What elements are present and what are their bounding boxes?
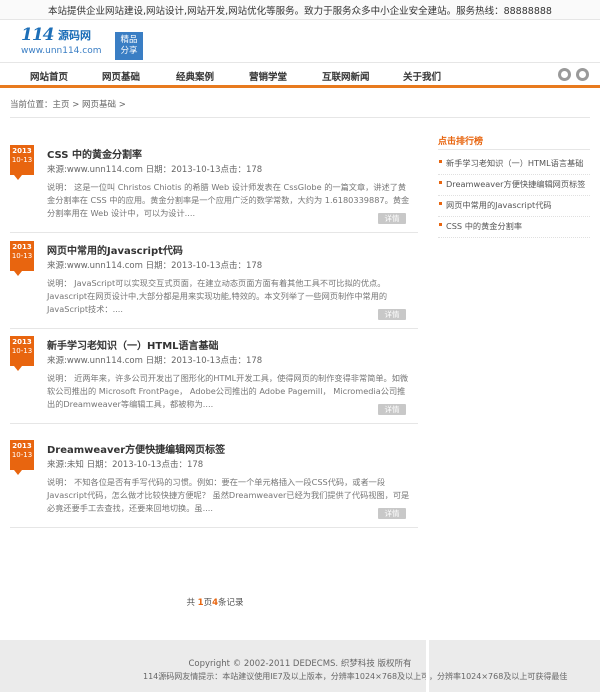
logo-badge: 精品 分享 <box>115 32 143 60</box>
details-button[interactable]: 详情 <box>378 508 406 519</box>
date-month-day: 10-13 <box>11 347 33 355</box>
article-meta: 来源:www.unn114.com 日期：2013-10-13点击：178 <box>47 261 263 271</box>
article-item: 2013 10-13 CSS 中的黄金分割率 来源:www.unn114.com… <box>10 145 418 233</box>
copyright-text: Copyright © 2002-2011 DEDECMS. 织梦科技 版权所有 <box>188 659 412 669</box>
weibo-icon[interactable] <box>558 68 571 81</box>
date-badge: 2013 10-13 <box>10 241 34 276</box>
breadcrumb-divider <box>10 117 590 118</box>
article-item: 2013 10-13 网页中常用的Javascript代码 来源:www.unn… <box>10 241 418 329</box>
pagination: 共 1页4条记录 <box>0 596 430 608</box>
date-badge: 2013 10-13 <box>10 145 34 180</box>
nav-item-home[interactable]: 网站首页 <box>30 69 68 83</box>
details-button[interactable]: 详情 <box>378 404 406 415</box>
bullet-icon <box>439 223 442 226</box>
sidebar-item[interactable]: Dreamweaver方便快捷编辑网页标签 <box>438 175 590 196</box>
main-nav: 网站首页 网页基础 经典案例 营销学堂 互联网新闻 关于我们 <box>0 62 600 88</box>
site-footer: Copyright © 2002-2011 DEDECMS. 织梦科技 版权所有… <box>0 640 600 692</box>
sidebar-item-label: Dreamweaver方便快捷编辑网页标签 <box>446 179 586 189</box>
sidebar-title: 点击排行榜 <box>438 137 484 147</box>
bullet-icon <box>439 160 442 163</box>
article-summary: 说明： JavaScript可以实现交互式页面，在建立动态页面方面有着其他工具不… <box>47 278 388 314</box>
details-button[interactable]: 详情 <box>378 213 406 224</box>
date-year: 2013 <box>12 338 32 346</box>
breadcrumb: 当前位置：主页 > 网页基础 > <box>10 100 126 110</box>
sidebar-item[interactable]: CSS 中的黄金分割率 <box>438 217 590 238</box>
date-year: 2013 <box>12 243 32 251</box>
date-year: 2013 <box>12 147 32 155</box>
pagination-suffix: 条记录 <box>218 598 244 608</box>
article-title[interactable]: Dreamweaver方便快捷编辑网页标签 <box>47 441 225 456</box>
article-summary: 说明： 这是一位叫 Christos Chiotis 的希腊 Web 设计师发表… <box>47 182 410 218</box>
sidebar-item-label: 网页中常用的Javascript代码 <box>446 200 552 210</box>
date-year: 2013 <box>12 442 32 450</box>
top-info-bar: 本站提供企业网站建设,网站设计,网站开发,网站优化等服务。致力于服务众多中小企业… <box>0 0 600 20</box>
article-title[interactable]: 网页中常用的Javascript代码 <box>47 242 183 257</box>
sidebar-item-label: 新手学习老知识（一）HTML语言基础 <box>446 158 584 168</box>
article-item: 2013 10-13 新手学习老知识（一）HTML语言基础 来源:www.unn… <box>10 336 418 424</box>
sidebar-item[interactable]: 网页中常用的Javascript代码 <box>438 196 590 217</box>
article-meta: 来源:www.unn114.com 日期：2013-10-13点击：178 <box>47 356 263 366</box>
logo-name: 源码网 <box>58 29 91 42</box>
date-month-day: 10-13 <box>11 451 33 459</box>
service-slogan: 本站提供企业网站建设,网站设计,网站开发,网站优化等服务。致力于服务众多中小企业… <box>48 6 552 17</box>
logo-mark: 114 <box>21 25 54 45</box>
article-summary: 说明： 不知各位是否有手写代码的习惯。例如：要在一个单元格插入一段CSS代码，或… <box>47 477 410 513</box>
date-badge: 2013 10-13 <box>10 336 34 371</box>
date-badge: 2013 10-13 <box>10 440 34 475</box>
site-logo[interactable]: 114 源码网 www.unn114.com 精品 分享 <box>21 25 143 60</box>
pagination-prefix: 共 <box>186 598 195 608</box>
article-meta: 来源:未知 日期：2013-10-13点击：178 <box>47 460 204 470</box>
site-header: 114 源码网 www.unn114.com 精品 分享 <box>0 20 600 62</box>
badge-line-2: 分享 <box>120 46 138 56</box>
article-summary: 说明： 近两年来，许多公司开发出了图形化的HTML开发工具，使得网页的制作变得非… <box>47 373 409 409</box>
browser-tip: 114源码网友情提示：本站建议使用IE7及以上版本，分辨率1024×768及以上… <box>143 672 426 681</box>
nav-item-cases[interactable]: 经典案例 <box>176 69 214 83</box>
date-month-day: 10-13 <box>11 156 33 164</box>
sidebar-item[interactable]: 新手学习老知识（一）HTML语言基础 <box>438 154 590 175</box>
browser-tip-overflow: ，分辨率1024×768及以上可获得最佳 <box>429 672 568 681</box>
date-month-day: 10-13 <box>11 252 33 260</box>
pagination-mid: 页 <box>203 598 213 608</box>
nav-item-marketing[interactable]: 营销学堂 <box>249 69 287 83</box>
bullet-icon <box>439 202 442 205</box>
article-item: 2013 10-13 Dreamweaver方便快捷编辑网页标签 来源:未知 日… <box>10 440 418 528</box>
logo-url: www.unn114.com <box>21 46 102 56</box>
nav-item-about[interactable]: 关于我们 <box>403 69 441 83</box>
nav-item-internet-news[interactable]: 互联网新闻 <box>322 69 370 83</box>
details-button[interactable]: 详情 <box>378 309 406 320</box>
bullet-icon <box>439 181 442 184</box>
sidebar-divider <box>438 149 590 150</box>
article-title[interactable]: 新手学习老知识（一）HTML语言基础 <box>47 337 219 352</box>
article-meta: 来源:www.unn114.com 日期：2013-10-13点击：178 <box>47 165 263 175</box>
nav-item-web-basics[interactable]: 网页基础 <box>102 69 140 83</box>
badge-line-1: 精品 <box>120 35 138 45</box>
article-title[interactable]: CSS 中的黄金分割率 <box>47 146 142 161</box>
sidebar-item-label: CSS 中的黄金分割率 <box>446 221 523 231</box>
qq-icon[interactable] <box>576 68 589 81</box>
